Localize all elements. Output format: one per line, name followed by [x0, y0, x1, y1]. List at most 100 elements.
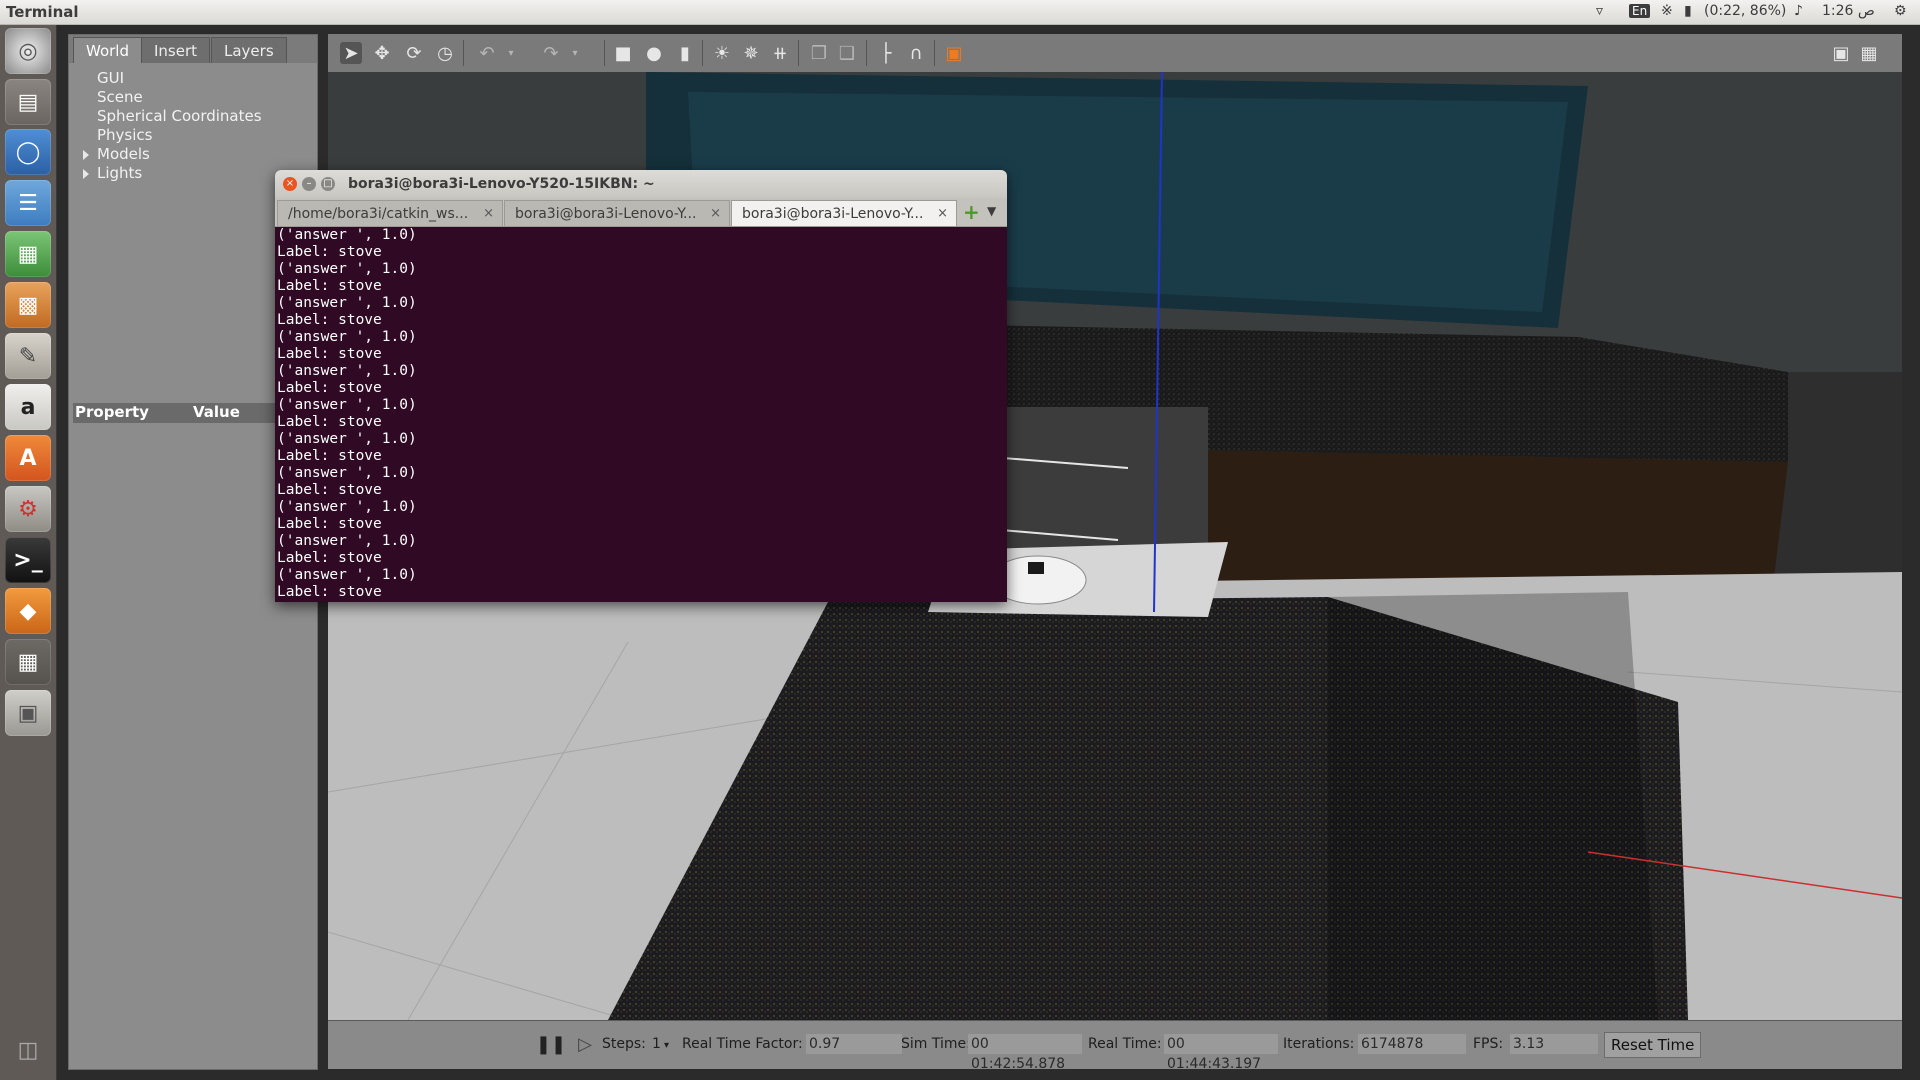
- software-center-icon[interactable]: A: [5, 435, 51, 481]
- terminal-tab-label: /home/bora3i/catkin_ws...: [288, 206, 469, 222]
- clock[interactable]: ص 1:26: [1822, 3, 1875, 19]
- undo-icon[interactable]: ↶: [476, 42, 498, 64]
- minimize-icon[interactable]: –: [302, 177, 316, 191]
- terminal-line: ('answer ', 1.0): [277, 295, 417, 311]
- tab-insert[interactable]: Insert: [141, 37, 211, 63]
- reset-time-button[interactable]: Reset Time: [1604, 1032, 1702, 1058]
- terminal-line: Label: stove: [277, 516, 382, 532]
- terminal-window[interactable]: × – □ bora3i@bora3i-Lenovo-Y520-15IKBN: …: [275, 170, 1007, 602]
- files-icon[interactable]: ▤: [5, 79, 51, 125]
- spot-light-icon[interactable]: ✵: [740, 42, 762, 64]
- tab-list-dropdown-icon[interactable]: ▼: [987, 204, 996, 218]
- gear-icon[interactable]: ⚙: [1894, 3, 1907, 19]
- terminal-line: Label: stove: [277, 550, 382, 566]
- battery-icon[interactable]: ▮: [1684, 3, 1692, 19]
- fps-value: 3.13: [1510, 1034, 1598, 1054]
- value-column-header: Value: [193, 403, 240, 421]
- undo-dropdown-icon[interactable]: ▾: [500, 42, 522, 64]
- writer-icon[interactable]: ☰: [5, 180, 51, 226]
- tree-item-physics[interactable]: Physics: [97, 126, 152, 144]
- close-icon[interactable]: ×: [283, 177, 297, 191]
- new-tab-icon[interactable]: +: [963, 200, 980, 224]
- volume-icon[interactable]: ♪: [1794, 3, 1803, 19]
- text-editor-icon[interactable]: ✎: [5, 333, 51, 379]
- log-icon[interactable]: ▦: [1858, 42, 1880, 64]
- terminal-line: ('answer ', 1.0): [277, 329, 417, 345]
- terminal-icon[interactable]: >_: [5, 537, 51, 583]
- align-icon[interactable]: ├: [875, 42, 897, 64]
- close-tab-icon[interactable]: ×: [710, 201, 721, 226]
- terminal-tab-2[interactable]: bora3i@bora3i-Lenovo-Y... ×: [504, 200, 730, 226]
- terminal-tab-3[interactable]: bora3i@bora3i-Lenovo-Y... ×: [731, 200, 957, 226]
- tree-item-gui[interactable]: GUI: [97, 69, 124, 87]
- translate-mode-icon[interactable]: ✥: [371, 42, 393, 64]
- trash-icon[interactable]: ◫: [5, 1027, 51, 1073]
- step-icon[interactable]: ▷: [574, 1033, 596, 1055]
- redo-dropdown-icon[interactable]: ▾: [564, 42, 586, 64]
- amazon-icon[interactable]: a: [5, 384, 51, 430]
- impress-icon[interactable]: ▩: [5, 282, 51, 328]
- drive-icon[interactable]: ▣: [5, 690, 51, 736]
- steps-dropdown-icon[interactable]: ▾: [664, 1040, 669, 1051]
- terminal-line: ('answer ', 1.0): [277, 567, 417, 583]
- terminal-output[interactable]: ('answer ', 1.0) Label: stove ('answer ', …: [277, 227, 1003, 599]
- pause-icon[interactable]: ❚❚: [536, 1033, 566, 1055]
- terminal-line: ('answer ', 1.0): [277, 533, 417, 549]
- battery-status[interactable]: (0:22, 86%): [1704, 3, 1786, 19]
- tab-world[interactable]: World: [73, 37, 142, 63]
- steps-label: Steps:: [602, 1036, 646, 1052]
- paste-icon[interactable]: ❑: [836, 42, 858, 64]
- terminal-tab-1[interactable]: /home/bora3i/catkin_ws... ×: [277, 200, 503, 226]
- tree-item-lights[interactable]: Lights: [97, 164, 142, 182]
- close-tab-icon[interactable]: ×: [937, 201, 948, 226]
- screenshot-icon[interactable]: ▣: [1830, 42, 1852, 64]
- dash-icon[interactable]: ◎: [5, 28, 51, 74]
- select-mode-icon[interactable]: ➤: [340, 42, 362, 64]
- expand-arrow-icon[interactable]: [83, 169, 89, 179]
- top-panel: Terminal ▿ En ※ ▮ (0:22, 86%) ♪ ص 1:26 ⚙: [0, 0, 1920, 25]
- terminal-line: Label: stove: [277, 278, 382, 294]
- tree-item-spherical-coordinates[interactable]: Spherical Coordinates: [97, 107, 262, 125]
- real-time-label: Real Time:: [1088, 1036, 1162, 1052]
- view-angle-icon[interactable]: ▣: [943, 42, 965, 64]
- property-column-header: Property: [75, 403, 149, 421]
- terminal-titlebar[interactable]: × – □ bora3i@bora3i-Lenovo-Y520-15IKBN: …: [275, 170, 1007, 198]
- terminal-line: Label: stove: [277, 312, 382, 328]
- copy-icon[interactable]: ❐: [808, 42, 830, 64]
- active-app-title: Terminal: [6, 3, 79, 21]
- iterations-label: Iterations:: [1283, 1036, 1355, 1052]
- sphere-shape-icon[interactable]: ●: [643, 42, 665, 64]
- steps-value[interactable]: 1: [652, 1036, 661, 1052]
- scale-mode-icon[interactable]: ◷: [434, 42, 456, 64]
- terminal-tab-label: bora3i@bora3i-Lenovo-Y...: [742, 206, 924, 222]
- maximize-icon[interactable]: □: [321, 177, 335, 191]
- system-settings-icon[interactable]: ⚙: [5, 486, 51, 532]
- terminal-line: ('answer ', 1.0): [277, 499, 417, 515]
- cylinder-shape-icon[interactable]: ▮: [674, 42, 696, 64]
- redo-icon[interactable]: ↷: [540, 42, 562, 64]
- point-light-icon[interactable]: ☀: [711, 42, 733, 64]
- box-shape-icon[interactable]: ■: [612, 42, 634, 64]
- wifi-icon[interactable]: ▿: [1596, 3, 1603, 19]
- directional-light-icon[interactable]: ⧺: [769, 42, 791, 64]
- terminal-line: Label: stove: [277, 244, 382, 260]
- real-time-factor-value: 0.97: [806, 1034, 902, 1054]
- tab-layers[interactable]: Layers: [211, 37, 287, 63]
- simulation-status-bar: ❚❚ ▷ Steps: 1 ▾ Real Time Factor: 0.97 S…: [328, 1020, 1902, 1072]
- calc-icon[interactable]: ▦: [5, 231, 51, 277]
- snap-icon[interactable]: ∩: [905, 42, 927, 64]
- close-tab-icon[interactable]: ×: [483, 201, 494, 226]
- gazebo-icon[interactable]: ◆: [5, 588, 51, 634]
- gazebo-toolbar: ➤ ✥ ⟳ ◷ ↶ ▾ ↷ ▾ ■ ● ▮ ☀ ✵ ⧺ ❐ ❑ ├ ∩ ▣ ▣ …: [328, 34, 1902, 73]
- chromium-icon[interactable]: ◯: [5, 129, 51, 175]
- terminal-line: Label: stove: [277, 414, 382, 430]
- bluetooth-icon[interactable]: ※: [1661, 3, 1673, 19]
- expand-arrow-icon[interactable]: [83, 150, 89, 160]
- tree-item-scene[interactable]: Scene: [97, 88, 143, 106]
- workspace-switcher-icon[interactable]: ▦: [5, 639, 51, 685]
- terminal-line: ('answer ', 1.0): [277, 431, 417, 447]
- rotate-mode-icon[interactable]: ⟳: [403, 42, 425, 64]
- sim-time-value: 00 01:42:54.878: [968, 1034, 1082, 1072]
- keyboard-layout-indicator[interactable]: En: [1629, 4, 1651, 18]
- tree-item-models[interactable]: Models: [97, 145, 150, 163]
